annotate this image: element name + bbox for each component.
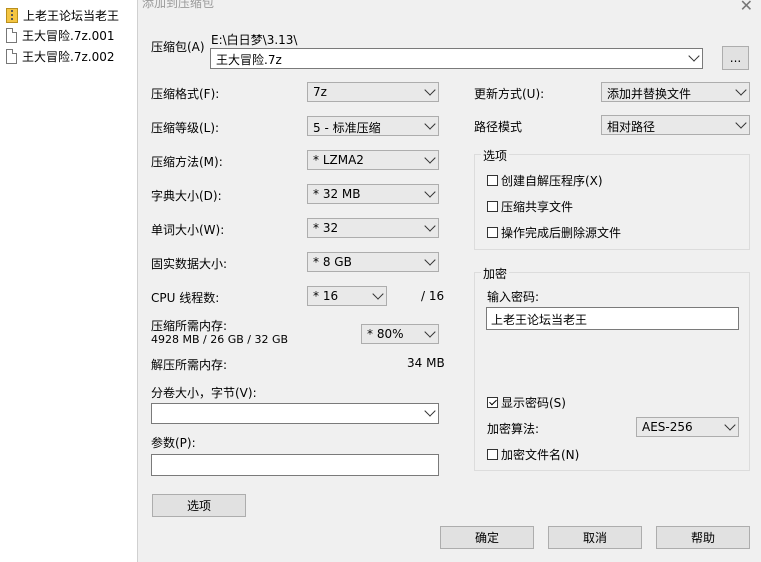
shared-checkbox[interactable]: 压缩共享文件 xyxy=(487,198,573,215)
mem-compress-label: 压缩所需内存: xyxy=(151,319,228,333)
chevron-down-icon xyxy=(424,254,436,266)
show-password-checkbox[interactable]: 显示密码(S) xyxy=(487,394,566,411)
archive-name-combo[interactable]: 王大冒险.7z xyxy=(210,48,703,69)
encrypt-method-label: 加密算法: xyxy=(487,422,540,436)
archive-label: 压缩包(A) xyxy=(151,40,205,54)
list-item[interactable]: 王大冒险.7z.002 xyxy=(6,46,114,66)
file-icon xyxy=(6,27,17,43)
solid-label: 固实数据大小: xyxy=(151,257,228,271)
password-label: 输入密码: xyxy=(487,290,540,304)
checkbox-checked-icon xyxy=(487,397,498,408)
chevron-down-icon xyxy=(372,288,384,300)
delete-checkbox[interactable]: 操作完成后删除源文件 xyxy=(487,224,621,241)
file-list: 上老王论坛当老王 王大冒险.7z.001 王大冒险.7z.002 xyxy=(0,0,137,562)
cancel-button[interactable]: 取消 xyxy=(548,526,642,549)
cpu-select[interactable]: * 16 xyxy=(307,286,387,306)
checkbox-icon xyxy=(487,449,498,460)
list-item[interactable]: 上老王论坛当老王 xyxy=(6,5,119,25)
options-button[interactable]: 选项 xyxy=(152,494,246,517)
chevron-down-icon xyxy=(424,84,436,96)
dict-label: 字典大小(D): xyxy=(151,189,222,203)
mem-decompress-label: 解压所需内存: xyxy=(151,358,228,372)
mem-compress-detail: 4928 MB / 26 GB / 32 GB xyxy=(151,333,289,346)
chevron-down-icon xyxy=(424,220,436,232)
update-label: 更新方式(U): xyxy=(474,87,545,101)
format-select[interactable]: 7z xyxy=(307,82,439,102)
archive-path: E:\白日梦\3.13\ xyxy=(211,33,298,47)
params-input[interactable] xyxy=(151,454,439,476)
format-label: 压缩格式(F): xyxy=(151,87,220,101)
chevron-down-icon xyxy=(424,118,436,130)
mem-percent-select[interactable]: * 80% xyxy=(361,324,439,344)
checkbox-icon xyxy=(487,227,498,238)
add-to-archive-dialog: 添加到压缩包 ✕ 压缩包(A) E:\白日梦\3.13\ 王大冒险.7z ...… xyxy=(137,0,761,562)
split-label: 分卷大小，字节(V): xyxy=(151,386,257,400)
encrypt-names-checkbox[interactable]: 加密文件名(N) xyxy=(487,446,579,463)
method-select[interactable]: * LZMA2 xyxy=(307,150,439,170)
chevron-down-icon xyxy=(424,405,436,417)
chevron-down-icon xyxy=(424,186,436,198)
browse-button[interactable]: ... xyxy=(722,46,749,70)
list-item[interactable]: 王大冒险.7z.001 xyxy=(6,25,114,45)
method-label: 压缩方法(M): xyxy=(151,155,223,169)
dict-select[interactable]: * 32 MB xyxy=(307,184,439,204)
cpu-max: / 16 xyxy=(421,289,445,303)
path-mode-select[interactable]: 相对路径 xyxy=(601,115,750,135)
chevron-down-icon xyxy=(735,117,747,129)
encrypt-method-select[interactable]: AES-256 xyxy=(636,417,739,437)
path-mode-label: 路径模式 xyxy=(474,120,523,134)
split-combo[interactable] xyxy=(151,403,439,424)
encryption-group-title: 加密 xyxy=(481,265,510,282)
checkbox-icon xyxy=(487,201,498,212)
close-icon[interactable]: ✕ xyxy=(740,0,753,15)
chevron-down-icon xyxy=(688,50,700,62)
checkbox-icon xyxy=(487,175,498,186)
options-group-title: 选项 xyxy=(481,147,510,164)
chevron-down-icon xyxy=(735,84,747,96)
chevron-down-icon xyxy=(724,419,736,431)
cpu-label: CPU 线程数: xyxy=(151,291,220,305)
dialog-title: 添加到压缩包 xyxy=(142,0,215,10)
password-input[interactable]: 上老王论坛当老王 xyxy=(486,307,739,330)
zip-folder-icon xyxy=(6,7,18,23)
mem-decompress-value: 34 MB xyxy=(407,356,445,370)
chevron-down-icon xyxy=(424,326,436,338)
update-select[interactable]: 添加并替换文件 xyxy=(601,82,750,102)
solid-select[interactable]: * 8 GB xyxy=(307,252,439,272)
word-label: 单词大小(W): xyxy=(151,223,225,237)
ok-button[interactable]: 确定 xyxy=(440,526,534,549)
level-select[interactable]: 5 - 标准压缩 xyxy=(307,116,439,136)
level-label: 压缩等级(L): xyxy=(151,121,220,135)
help-button[interactable]: 帮助 xyxy=(656,526,750,549)
file-icon xyxy=(6,48,17,64)
word-select[interactable]: * 32 xyxy=(307,218,439,238)
chevron-down-icon xyxy=(424,152,436,164)
params-label: 参数(P): xyxy=(151,436,196,450)
sfx-checkbox[interactable]: 创建自解压程序(X) xyxy=(487,172,603,189)
